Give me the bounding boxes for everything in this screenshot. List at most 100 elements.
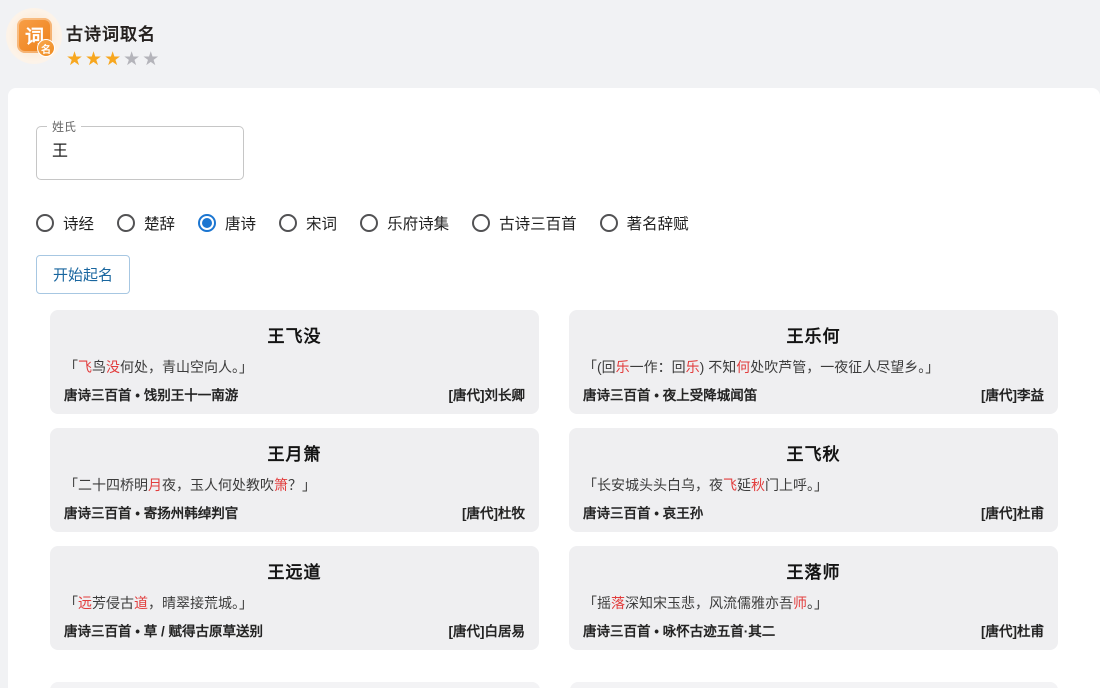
- result-card: 王飞秋 「长安城头头白乌，夜飞延秋门上呼。」 唐诗三百首 • 哀王孙 [唐代]杜…: [569, 428, 1058, 532]
- star-icon[interactable]: ★: [123, 49, 142, 70]
- surname-field: 姓氏: [36, 126, 244, 180]
- poem-source: 唐诗三百首 • 咏怀古迹五首·其二: [583, 620, 775, 640]
- card-meta: 唐诗三百首 • 哀王孙 [唐代]杜甫: [583, 502, 1044, 522]
- generated-name: 王月箫: [64, 440, 525, 465]
- poem-author: [唐代]杜甫: [981, 502, 1044, 522]
- poem-source: 唐诗三百首 • 草 / 赋得古原草送别: [64, 620, 263, 640]
- quote-segment: 深知宋玉悲，风流儒雅亦吾: [625, 595, 793, 611]
- radio-icon: [36, 214, 54, 232]
- category-radio-3[interactable]: 宋词: [279, 212, 337, 234]
- radio-icon: [279, 214, 297, 232]
- quote-segment: 一作：回: [630, 359, 686, 375]
- quote-highlight-char: 飞: [78, 359, 92, 375]
- quote-highlight-char: 飞: [723, 477, 737, 493]
- rating-stars[interactable]: ★★★★★: [66, 50, 161, 70]
- radio-icon: [360, 214, 378, 232]
- quote-highlight-char: 没: [106, 359, 120, 375]
- quote-segment: 「长安城头头白乌，夜: [583, 477, 723, 493]
- next-row-card-peek-left: [50, 682, 540, 688]
- radio-icon: [198, 214, 216, 232]
- radio-label: 古诗三百首: [499, 212, 577, 234]
- quote-segment: 「: [64, 359, 78, 375]
- category-radio-1[interactable]: 楚辞: [117, 212, 175, 234]
- category-radio-2[interactable]: 唐诗: [198, 212, 256, 234]
- main-panel: 姓氏 诗经 楚辞 唐诗 宋词 乐府诗集 古诗三百首 著名辞赋 开始起名 王飞没 …: [8, 88, 1100, 688]
- quote-segment: 芳侵古: [92, 595, 134, 611]
- start-naming-button[interactable]: 开始起名: [36, 255, 130, 294]
- poem-source: 唐诗三百首 • 哀王孙: [583, 502, 703, 522]
- generated-name: 王落师: [583, 558, 1044, 583]
- quote-segment: ) 不知: [700, 359, 737, 375]
- poem-quote: 「二十四桥明月夜，玉人何处教吹箫？」: [64, 475, 525, 495]
- radio-label: 乐府诗集: [387, 212, 449, 234]
- app-header: 词 名 古诗词取名 ★★★★★: [0, 0, 1100, 88]
- quote-segment: 「二十四桥明: [64, 477, 148, 493]
- quote-highlight-char: 乐: [686, 359, 700, 375]
- quote-segment: 何处，青山空向人。」: [120, 359, 253, 375]
- radio-label: 唐诗: [225, 212, 256, 234]
- logo-badge-char: 名: [41, 41, 51, 56]
- quote-highlight-char: 落: [611, 595, 625, 611]
- quote-highlight-char: 何: [736, 359, 750, 375]
- quote-highlight-char: 师: [793, 595, 807, 611]
- star-icon[interactable]: ★: [85, 49, 104, 70]
- poem-quote: 「长安城头头白乌，夜飞延秋门上呼。」: [583, 475, 1044, 495]
- quote-highlight-char: 秋: [751, 477, 765, 493]
- radio-label: 楚辞: [144, 212, 175, 234]
- result-card: 王落师 「摇落深知宋玉悲，风流儒雅亦吾师。」 唐诗三百首 • 咏怀古迹五首·其二…: [569, 546, 1058, 650]
- star-icon[interactable]: ★: [66, 49, 85, 70]
- radio-icon: [600, 214, 618, 232]
- poem-author: [唐代]白居易: [449, 620, 526, 640]
- poem-quote: 「远芳侵古道，晴翠接荒城。」: [64, 593, 525, 613]
- poem-source: 唐诗三百首 • 夜上受降城闻笛: [583, 384, 757, 404]
- quote-highlight-char: 月: [148, 477, 162, 493]
- category-radio-6[interactable]: 著名辞赋: [600, 212, 689, 234]
- radio-label: 诗经: [63, 212, 94, 234]
- logo-badge: 名: [37, 39, 55, 57]
- poem-author: [唐代]李益: [981, 384, 1044, 404]
- quote-highlight-char: 远: [78, 595, 92, 611]
- card-meta: 唐诗三百首 • 草 / 赋得古原草送别 [唐代]白居易: [64, 620, 525, 640]
- card-meta: 唐诗三百首 • 夜上受降城闻笛 [唐代]李益: [583, 384, 1044, 404]
- generated-name: 王乐何: [583, 322, 1044, 347]
- header-text: 古诗词取名 ★★★★★: [66, 20, 161, 70]
- quote-segment: 鸟: [92, 359, 106, 375]
- star-icon[interactable]: ★: [104, 49, 123, 70]
- app-logo-icon: 词 名: [6, 8, 62, 64]
- category-radio-group: 诗经 楚辞 唐诗 宋词 乐府诗集 古诗三百首 著名辞赋: [36, 212, 689, 234]
- quote-segment: 夜，玉人何处教吹: [162, 477, 274, 493]
- surname-input[interactable]: [52, 140, 222, 158]
- card-meta: 唐诗三百首 • 饯别王十一南游 [唐代]刘长卿: [64, 384, 525, 404]
- category-radio-4[interactable]: 乐府诗集: [360, 212, 449, 234]
- quote-segment: 「: [64, 595, 78, 611]
- card-meta: 唐诗三百首 • 寄扬州韩绰判官 [唐代]杜牧: [64, 502, 525, 522]
- quote-highlight-char: 道: [134, 595, 148, 611]
- quote-segment: 「摇: [583, 595, 611, 611]
- quote-highlight-char: 箫: [274, 477, 288, 493]
- radio-label: 宋词: [306, 212, 337, 234]
- poem-quote: 「摇落深知宋玉悲，风流儒雅亦吾师。」: [583, 593, 1044, 613]
- poem-quote: 「飞鸟没何处，青山空向人。」: [64, 357, 525, 377]
- result-card: 王月箫 「二十四桥明月夜，玉人何处教吹箫？」 唐诗三百首 • 寄扬州韩绰判官 […: [50, 428, 539, 532]
- poem-author: [唐代]杜牧: [462, 502, 525, 522]
- result-card: 王飞没 「飞鸟没何处，青山空向人。」 唐诗三百首 • 饯别王十一南游 [唐代]刘…: [50, 310, 539, 414]
- star-icon[interactable]: ★: [142, 49, 161, 70]
- category-radio-0[interactable]: 诗经: [36, 212, 94, 234]
- result-card: 王远道 「远芳侵古道，晴翠接荒城。」 唐诗三百首 • 草 / 赋得古原草送别 […: [50, 546, 539, 650]
- poem-quote: 「(回乐一作：回乐) 不知何处吹芦管，一夜征人尽望乡。」: [583, 357, 1044, 377]
- card-meta: 唐诗三百首 • 咏怀古迹五首·其二 [唐代]杜甫: [583, 620, 1044, 640]
- poem-source: 唐诗三百首 • 饯别王十一南游: [64, 384, 238, 404]
- quote-segment: 「(回: [583, 359, 616, 375]
- quote-segment: 。」: [807, 595, 828, 611]
- quote-segment: ？」: [288, 477, 316, 493]
- results-grid: 王飞没 「飞鸟没何处，青山空向人。」 唐诗三百首 • 饯别王十一南游 [唐代]刘…: [50, 310, 1058, 650]
- poem-source: 唐诗三百首 • 寄扬州韩绰判官: [64, 502, 238, 522]
- radio-label: 著名辞赋: [627, 212, 689, 234]
- poem-author: [唐代]杜甫: [981, 620, 1044, 640]
- generated-name: 王远道: [64, 558, 525, 583]
- page: 词 名 古诗词取名 ★★★★★ 姓氏 诗经 楚辞 唐诗 宋词: [0, 0, 1100, 688]
- next-row-card-peek-right: [570, 682, 1058, 688]
- category-radio-5[interactable]: 古诗三百首: [472, 212, 577, 234]
- quote-segment: ，晴翠接荒城。」: [148, 595, 253, 611]
- quote-segment: 门上呼。」: [765, 477, 828, 493]
